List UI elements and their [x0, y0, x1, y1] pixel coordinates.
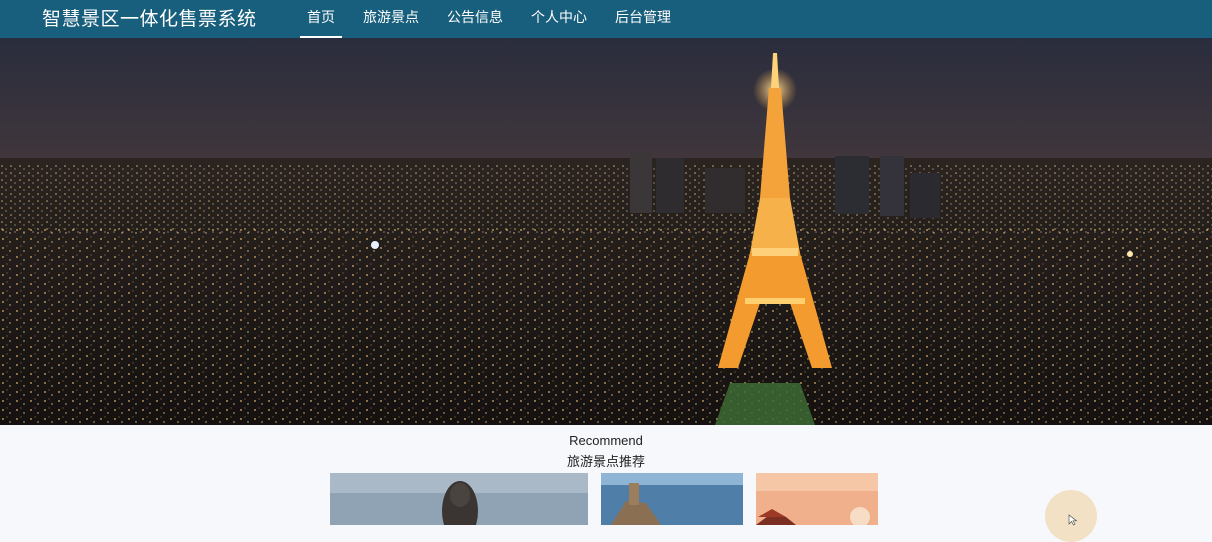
main-nav: 首页 旅游景点 公告信息 个人中心 后台管理: [300, 0, 692, 38]
attraction-card[interactable]: [601, 473, 743, 525]
top-navbar: 智慧景区一体化售票系统 首页 旅游景点 公告信息 个人中心 后台管理: [0, 0, 1212, 38]
attraction-card[interactable]: [756, 473, 878, 525]
attraction-image: [601, 473, 743, 525]
nav-item-announcements[interactable]: 公告信息: [440, 0, 510, 38]
recommend-title-en: Recommend: [569, 433, 643, 448]
hero-carousel[interactable]: [0, 38, 1212, 425]
attraction-card[interactable]: [330, 473, 588, 525]
mouse-cursor-icon: [1068, 514, 1078, 526]
nav-item-home[interactable]: 首页: [300, 0, 342, 38]
nav-item-personal-center[interactable]: 个人中心: [524, 0, 594, 38]
attraction-image: [330, 473, 588, 525]
hero-image-paris-night: [0, 38, 1212, 425]
attraction-image: [756, 473, 878, 525]
site-title: 智慧景区一体化售票系统: [42, 8, 257, 30]
nav-item-admin[interactable]: 后台管理: [608, 0, 678, 38]
nav-item-attractions[interactable]: 旅游景点: [356, 0, 426, 38]
recommend-title-cn: 旅游景点推荐: [566, 455, 645, 470]
